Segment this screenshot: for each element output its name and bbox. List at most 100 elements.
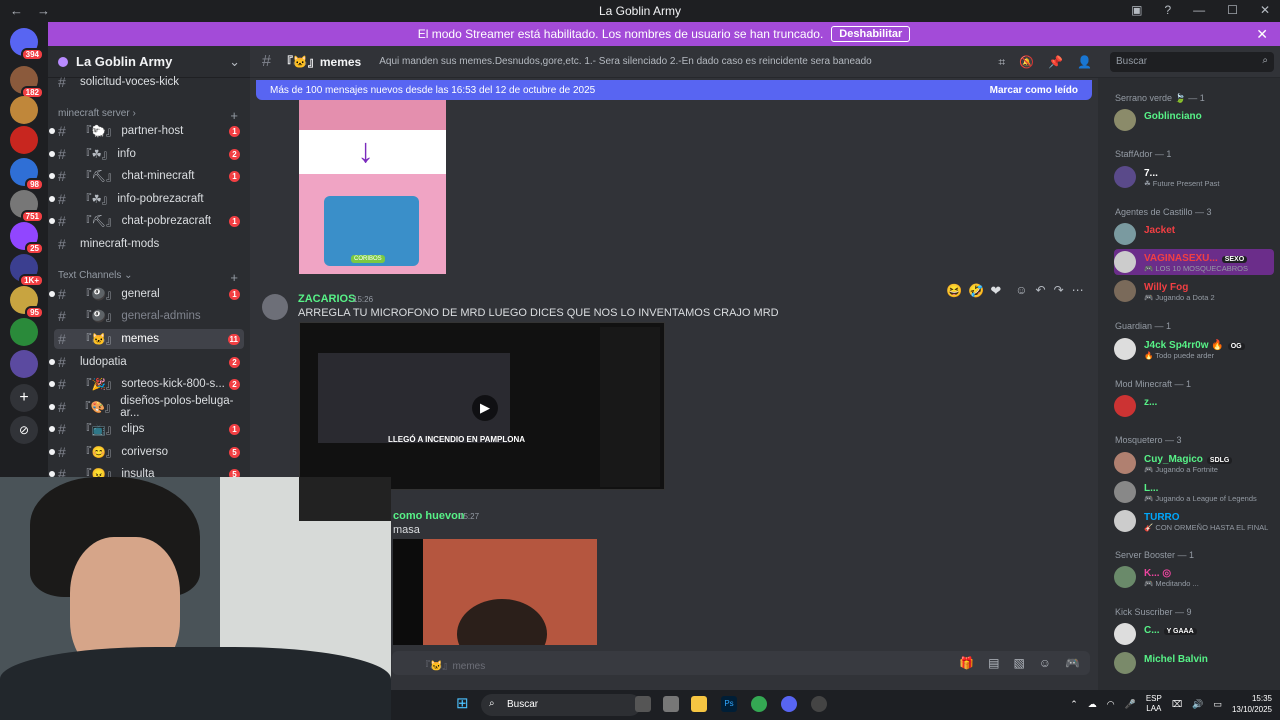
taskbar-search[interactable]: ⌕ Buscar bbox=[481, 694, 641, 716]
discord-icon[interactable] bbox=[781, 696, 797, 712]
mute-bell-icon[interactable]: 🔕 bbox=[1019, 55, 1034, 70]
network-icon[interactable]: ⌧ bbox=[1172, 699, 1182, 710]
category-text-channels[interactable]: Text Channels ⌄ + bbox=[58, 270, 238, 285]
inbox-icon[interactable]: ▣ bbox=[1131, 3, 1142, 17]
volume-icon[interactable]: 🔊 bbox=[1192, 699, 1203, 710]
channel-item[interactable]: # minecraft-mods bbox=[54, 234, 244, 254]
server-icon[interactable]: 751 bbox=[10, 190, 44, 223]
channel-item[interactable]: # solicitud-voces-kick bbox=[54, 72, 244, 92]
threads-icon[interactable]: ⌗ bbox=[998, 55, 1005, 70]
channel-name: general bbox=[121, 288, 160, 300]
clock[interactable]: 15:35 13/10/2025 bbox=[1232, 693, 1272, 715]
channel-item[interactable]: # 『🎉』 sorteos-kick-800-s... 2 bbox=[49, 374, 244, 394]
heart-emoji-icon[interactable]: ❤ bbox=[990, 283, 1001, 299]
discover-icon[interactable]: ⊘ bbox=[10, 416, 38, 444]
channel-topic[interactable]: Aqui manden sus memes.Desnudos,gore,etc.… bbox=[379, 56, 872, 67]
member-item[interactable]: Goblinciano bbox=[1114, 107, 1274, 133]
help-icon[interactable]: ? bbox=[1164, 3, 1171, 17]
meme-image[interactable]: ↓ CORIBOS bbox=[299, 100, 446, 274]
file-explorer-icon[interactable] bbox=[691, 696, 707, 712]
sticker-icon[interactable]: ▧ bbox=[1013, 656, 1024, 670]
category-minecraft[interactable]: minecraft server › + bbox=[58, 108, 238, 123]
member-item[interactable]: Willy Fog 🎮 Jugando a Dota 2 bbox=[1114, 278, 1274, 304]
minimize-button[interactable]: — bbox=[1193, 3, 1205, 17]
message-author[interactable]: ZACARIOS bbox=[298, 293, 355, 305]
server-icon[interactable]: 25 bbox=[10, 222, 44, 255]
maximize-button[interactable]: ☐ bbox=[1227, 3, 1238, 17]
chevron-up-icon[interactable]: ⌃ bbox=[1070, 699, 1078, 710]
gift-icon[interactable]: 🎁 bbox=[959, 656, 974, 670]
cloud-icon[interactable]: ☁ bbox=[1088, 699, 1097, 710]
member-item[interactable]: Michel Balvin bbox=[1114, 650, 1274, 676]
chrome-icon[interactable] bbox=[751, 696, 767, 712]
play-icon[interactable]: ▶ bbox=[472, 395, 498, 421]
add-server-icon[interactable]: + bbox=[10, 384, 38, 412]
channel-item[interactable]: # 『☘』 info 2 bbox=[49, 144, 244, 164]
channel-item-selected[interactable]: # 『🐱』 memes 11 bbox=[54, 329, 244, 349]
add-reaction-icon[interactable]: ☺ bbox=[1015, 283, 1027, 299]
mic-icon[interactable]: 🎤 bbox=[1125, 699, 1136, 710]
member-item[interactable]: z... bbox=[1114, 393, 1274, 419]
photoshop-icon[interactable]: Ps bbox=[721, 696, 737, 712]
member-item[interactable]: Cuy_Magico SDLG 🎮 Jugando a Fortnite bbox=[1114, 450, 1274, 476]
channel-item[interactable]: # 『🎱』 general 1 bbox=[49, 284, 244, 304]
channel-item[interactable]: # 『⛏』 chat-pobrezacraft 1 bbox=[49, 211, 244, 231]
pin-icon[interactable]: 📌 bbox=[1048, 55, 1063, 70]
forward-icon[interactable]: ↷ bbox=[1054, 283, 1064, 299]
taskview-icon[interactable] bbox=[635, 696, 651, 712]
channel-title: 『🐱』memes bbox=[280, 55, 362, 69]
gif-icon[interactable]: ▤ bbox=[988, 656, 999, 670]
apps-icon[interactable]: 🎮 bbox=[1065, 656, 1080, 670]
emoji-icon[interactable]: ☺ bbox=[1039, 656, 1051, 670]
app-icon[interactable] bbox=[811, 696, 827, 712]
member-item[interactable]: Jacket bbox=[1114, 221, 1274, 247]
channel-item[interactable]: # 『🎱』 general-admins bbox=[54, 306, 244, 326]
member-item[interactable]: 7... ☘ Future Present Past bbox=[1114, 164, 1274, 190]
members-icon[interactable]: 👤 bbox=[1077, 55, 1092, 70]
channel-item[interactable]: # 『⛏』 chat-minecraft 1 bbox=[49, 166, 244, 186]
member-item[interactable]: K... ◎ 🎮 Meditando ... bbox=[1114, 564, 1274, 590]
member-item[interactable]: C... Y GAAA bbox=[1114, 621, 1274, 647]
channel-item[interactable]: # 『😊』 coriverso 5 bbox=[49, 442, 244, 462]
server-icon[interactable] bbox=[10, 96, 38, 124]
member-item[interactable]: VAGINASEXU... SEXO 🎮 LOS 10 MOSQUECABROS bbox=[1114, 249, 1274, 275]
message-author[interactable]: como huevon bbox=[393, 510, 465, 522]
member-item[interactable]: J4ck Sp4rr0w 🔥 OG 🔥 Todo puede arder bbox=[1114, 336, 1274, 362]
chevron-down-icon[interactable]: ⌄ bbox=[229, 54, 240, 70]
home-server-icon[interactable]: 394 bbox=[10, 28, 44, 61]
more-icon[interactable]: ⋯ bbox=[1072, 283, 1084, 299]
channel-item[interactable]: # 『☘』 info-pobrezacraft bbox=[49, 189, 244, 209]
battery-icon[interactable]: ▭ bbox=[1213, 699, 1222, 710]
server-icon[interactable]: 1K+ bbox=[10, 254, 44, 287]
close-icon[interactable]: ✕ bbox=[1256, 26, 1268, 43]
add-channel-icon[interactable]: + bbox=[230, 270, 238, 285]
server-icon[interactable]: 98 bbox=[10, 158, 44, 191]
language-indicator[interactable]: ESP LAA bbox=[1146, 694, 1162, 714]
search-input[interactable]: Buscar ⌕ bbox=[1110, 52, 1274, 72]
server-icon[interactable] bbox=[10, 350, 38, 378]
avatar[interactable] bbox=[262, 294, 288, 320]
wifi-icon[interactable]: ◠ bbox=[1107, 699, 1115, 710]
message-input[interactable]: 『🐱』memes 🎁 ▤ ▧ ☺ 🎮 bbox=[392, 651, 1090, 675]
channel-item[interactable]: # 『🎨』 diseños-polos-beluga-ar... bbox=[49, 395, 244, 419]
reply-icon[interactable]: ↶ bbox=[1036, 283, 1046, 299]
disable-button[interactable]: Deshabilitar bbox=[831, 26, 911, 42]
server-icon[interactable]: 182 bbox=[10, 66, 44, 99]
message-photo[interactable] bbox=[393, 539, 597, 645]
message-image[interactable]: ▶ LLEGÓ A INCENDIO EN PAMPLONA bbox=[299, 322, 665, 490]
mark-as-read-button[interactable]: Marcar como leído bbox=[990, 85, 1078, 96]
member-item[interactable]: L... 🎮 Jugando a League of Legends bbox=[1114, 479, 1274, 505]
channel-item[interactable]: # 『📺』 clips 1 bbox=[49, 419, 244, 439]
member-item[interactable]: TURRO 🎸 CON ORMEÑO HASTA EL FINAL bbox=[1114, 508, 1274, 534]
laugh-emoji-icon[interactable]: 😆 bbox=[946, 283, 962, 299]
channel-item[interactable]: # ludopatia 2 bbox=[49, 352, 244, 372]
new-messages-bar[interactable]: Más de 100 mensajes nuevos desde las 16:… bbox=[256, 80, 1092, 100]
app-icon[interactable] bbox=[663, 696, 679, 712]
rofl-emoji-icon[interactable]: 🤣 bbox=[968, 283, 984, 299]
close-button[interactable]: ✕ bbox=[1260, 3, 1270, 17]
server-icon[interactable] bbox=[10, 126, 38, 154]
server-icon[interactable]: 95 bbox=[10, 286, 44, 319]
channel-item[interactable]: # 『🐑』 partner-host 1 bbox=[49, 121, 244, 141]
server-icon[interactable] bbox=[10, 318, 38, 346]
windows-start-icon[interactable]: ⊞ bbox=[456, 696, 470, 711]
